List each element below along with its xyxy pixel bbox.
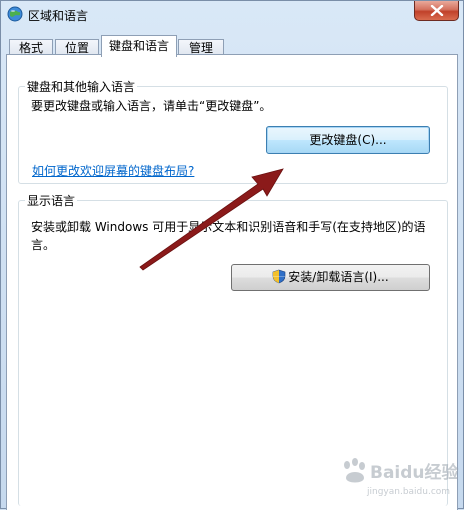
window-title: 区域和语言 xyxy=(28,9,89,23)
watermark-url: jingyan.baidu.com xyxy=(366,487,450,497)
region-language-window: 区域和语言 格式 位置 键盘和语言 管理 键盘和其他输入语言 要更改键盘或输入语… xyxy=(0,0,464,510)
tab-keyboards-languages[interactable]: 键盘和语言 xyxy=(101,35,177,57)
welcome-screen-keyboard-link[interactable]: 如何更改欢迎屏幕的键盘布局? xyxy=(32,162,194,179)
change-keyboards-button[interactable]: 更改键盘(C)... xyxy=(266,126,430,154)
install-uninstall-languages-button[interactable]: 安装/卸载语言(I)... xyxy=(231,264,430,291)
watermark-text: Baidu经验 xyxy=(370,462,460,483)
keyboard-group-title: 键盘和其他输入语言 xyxy=(25,78,138,95)
display-language-title: 显示语言 xyxy=(25,192,78,209)
title-bar[interactable]: 区域和语言 xyxy=(1,1,463,29)
close-icon xyxy=(430,5,444,16)
install-uninstall-label: 安装/卸载语言(I)... xyxy=(288,270,389,284)
display-language-description-line2: 言。 xyxy=(31,238,56,252)
keyboard-description: 要更改键盘或输入语言，请单击“更改键盘”。 xyxy=(31,99,272,113)
close-button[interactable] xyxy=(414,1,459,21)
uac-shield-icon xyxy=(272,269,286,284)
globe-icon xyxy=(7,6,23,22)
baidu-jingyan-watermark-logo: Baidu经验 jingyan.baidu.com xyxy=(344,458,460,497)
display-language-description-line1: 安装或卸载 Windows 可用于显示文本和识别语音和手写(在支持地区)的语 xyxy=(31,220,426,234)
tab-content: 键盘和其他输入语言 要更改键盘或输入语言，请单击“更改键盘”。 更改键盘(C).… xyxy=(6,54,458,510)
